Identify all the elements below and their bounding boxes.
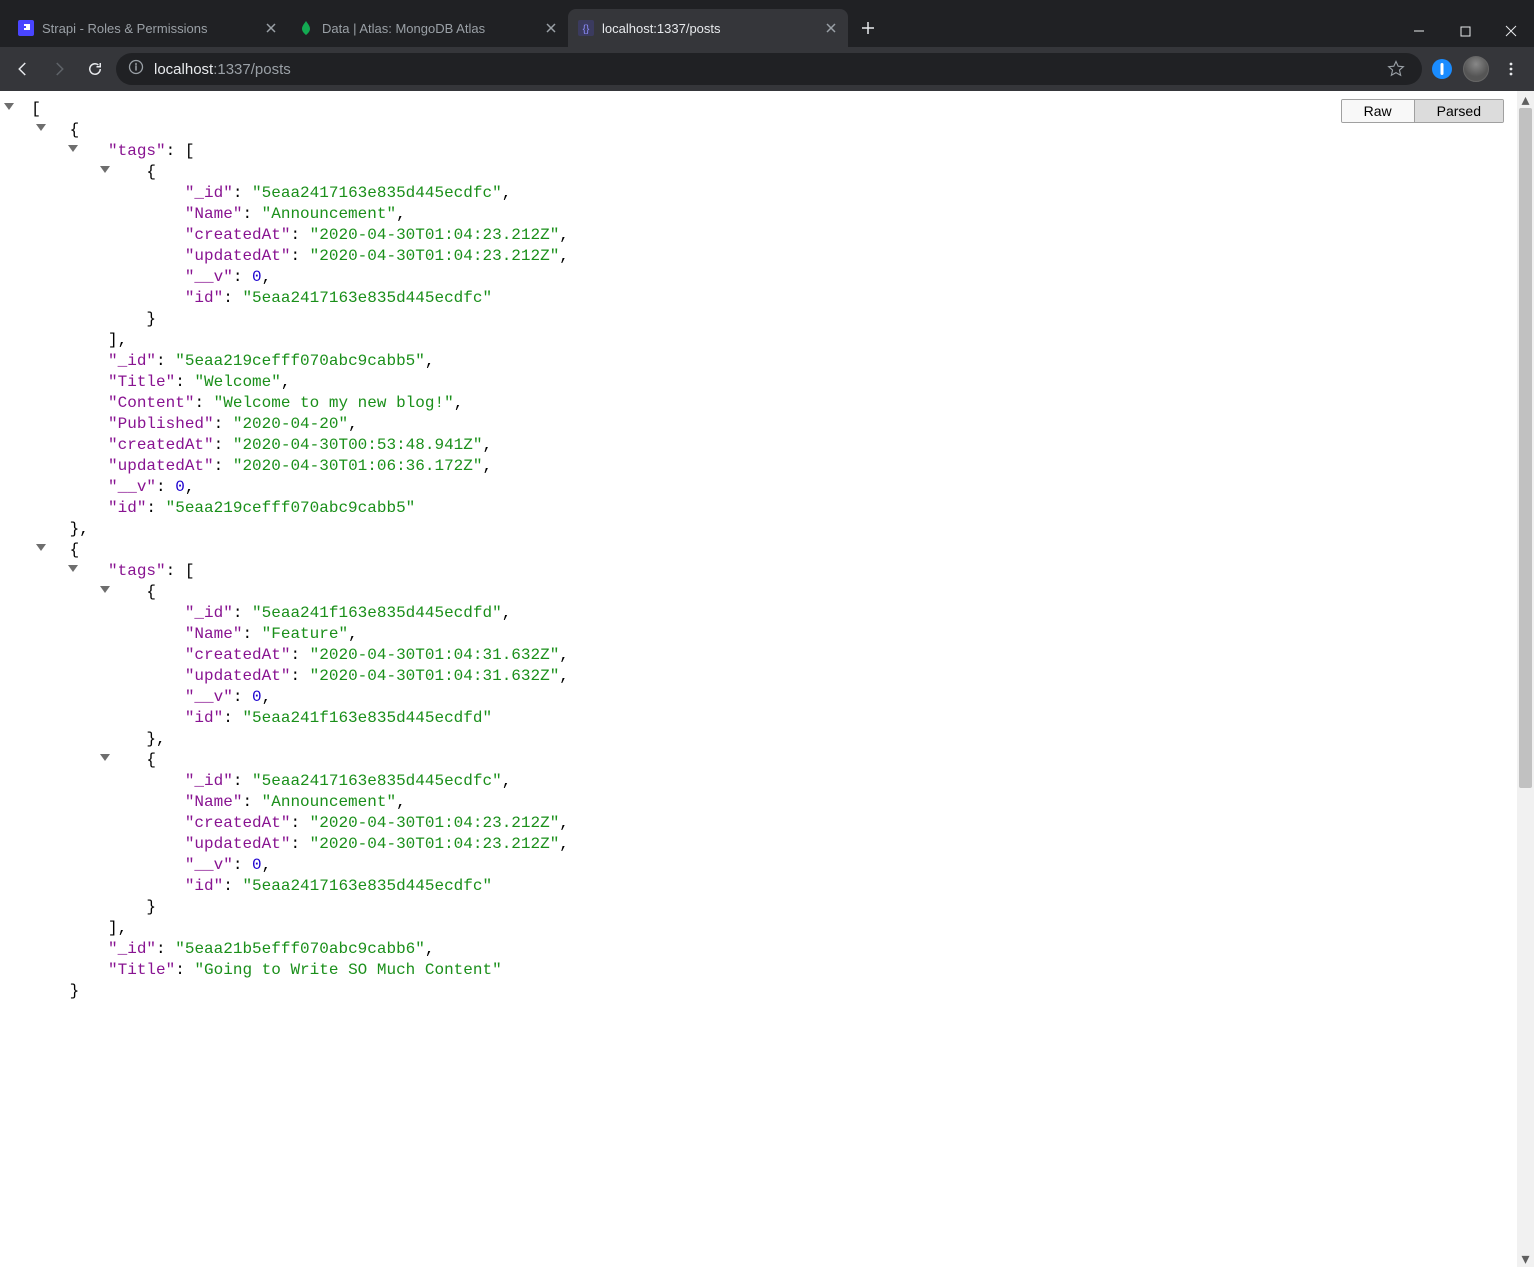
minimize-button[interactable] bbox=[1396, 15, 1442, 47]
scroll-down-button[interactable]: ▾ bbox=[1517, 1250, 1534, 1267]
back-button[interactable] bbox=[8, 54, 38, 84]
strapi-icon bbox=[18, 20, 34, 36]
close-icon[interactable] bbox=[264, 21, 278, 35]
tab-mongo-atlas[interactable]: Data | Atlas: MongoDB Atlas bbox=[288, 9, 568, 47]
maximize-button[interactable] bbox=[1442, 15, 1488, 47]
bookmark-star-icon[interactable] bbox=[1382, 55, 1410, 83]
scroll-up-button[interactable]: ▴ bbox=[1517, 91, 1534, 108]
forward-button[interactable] bbox=[44, 54, 74, 84]
close-icon[interactable] bbox=[824, 21, 838, 35]
close-window-button[interactable] bbox=[1488, 15, 1534, 47]
new-tab-button[interactable] bbox=[854, 14, 882, 42]
browser-toolbar: localhost:1337/posts bbox=[0, 47, 1534, 91]
url-text: localhost:1337/posts bbox=[154, 61, 1372, 78]
extension-1password-icon[interactable] bbox=[1428, 55, 1456, 83]
window-controls bbox=[1396, 15, 1534, 47]
profile-avatar[interactable] bbox=[1462, 55, 1490, 83]
address-bar[interactable]: localhost:1337/posts bbox=[116, 53, 1422, 85]
browser-titlebar: Strapi - Roles & Permissions Data | Atla… bbox=[0, 0, 1534, 47]
close-icon[interactable] bbox=[544, 21, 558, 35]
reload-button[interactable] bbox=[80, 54, 110, 84]
json-tree[interactable]: [ { "tags": [ { "_id": "5eaa2417163e835d… bbox=[0, 91, 1534, 1032]
page-viewport: Raw Parsed [ { "tags": [ { "_id": "5eaa2… bbox=[0, 91, 1534, 1267]
json-icon: {} bbox=[578, 20, 594, 36]
tab-strapi-roles[interactable]: Strapi - Roles & Permissions bbox=[8, 9, 288, 47]
svg-text:{}: {} bbox=[583, 24, 590, 35]
scroll-thumb[interactable] bbox=[1519, 108, 1532, 788]
mongo-icon bbox=[298, 20, 314, 36]
tab-title: Data | Atlas: MongoDB Atlas bbox=[322, 21, 536, 36]
tab-localhost-posts[interactable]: {} localhost:1337/posts bbox=[568, 9, 848, 47]
tab-title: Strapi - Roles & Permissions bbox=[42, 21, 256, 36]
browser-menu-button[interactable] bbox=[1496, 54, 1526, 84]
vertical-scrollbar[interactable]: ▴ ▾ bbox=[1517, 91, 1534, 1267]
tab-title: localhost:1337/posts bbox=[602, 21, 816, 36]
site-info-icon[interactable] bbox=[128, 59, 144, 79]
tab-strip: Strapi - Roles & Permissions Data | Atla… bbox=[0, 9, 888, 47]
